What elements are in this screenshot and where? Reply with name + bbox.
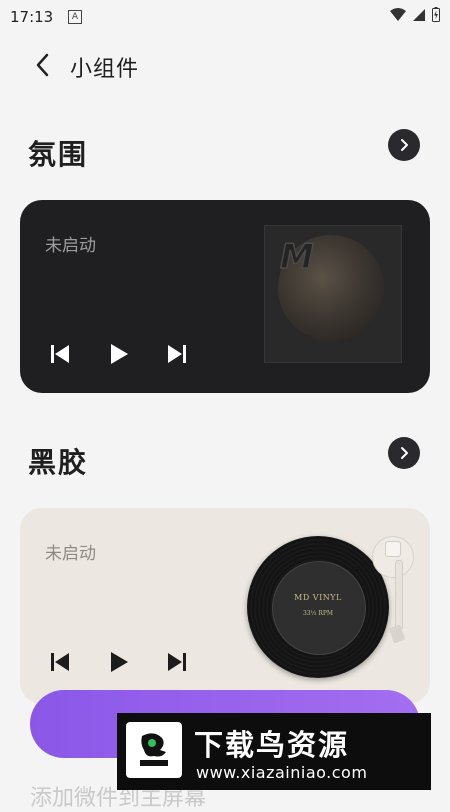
vinyl-record-title: MD VINYL <box>294 593 342 602</box>
watermark-logo <box>126 722 182 778</box>
album-art-letter: M <box>279 236 314 278</box>
watermark-url: www.xiazainiao.com <box>196 763 368 782</box>
chevron-right-icon <box>401 139 408 151</box>
section-title-atmosphere: 氛围 <box>28 138 89 171</box>
vinyl-more-button[interactable] <box>388 437 420 469</box>
chevron-right-icon <box>401 447 408 459</box>
skip-previous-icon <box>51 653 69 671</box>
vinyl-status: 未启动 <box>45 544 96 564</box>
vinyl-record-subtitle: 33⅓ RPM <box>302 610 334 617</box>
vinyl-next-button[interactable] <box>162 647 192 677</box>
skip-next-icon <box>168 345 186 363</box>
vinyl-play-button[interactable] <box>104 647 134 677</box>
skip-previous-icon <box>51 345 69 363</box>
bird-logo-icon <box>140 733 168 766</box>
play-icon <box>111 344 128 364</box>
section-title-vinyl: 黑胶 <box>28 446 89 479</box>
tonearm-pivot <box>385 541 401 557</box>
atmosphere-previous-button[interactable] <box>45 339 75 369</box>
status-icons <box>390 7 440 22</box>
watermark-title: 下载鸟资源 <box>194 728 350 762</box>
signal-icon <box>413 8 425 21</box>
battery-icon <box>432 7 440 22</box>
tonearm <box>395 560 403 630</box>
atmosphere-play-button[interactable] <box>104 339 134 369</box>
page-title: 小组件 <box>70 57 140 82</box>
wifi-icon <box>390 7 406 21</box>
atmosphere-next-button[interactable] <box>162 339 192 369</box>
skip-next-icon <box>168 653 186 671</box>
notification-icon: A <box>68 10 82 24</box>
chevron-left-icon <box>36 53 49 77</box>
vinyl-record-label <box>272 561 366 655</box>
back-button[interactable] <box>28 50 56 80</box>
atmosphere-status: 未启动 <box>45 236 96 256</box>
play-icon <box>111 652 128 672</box>
atmosphere-more-button[interactable] <box>388 129 420 161</box>
status-time: 17:13 <box>10 8 54 26</box>
vinyl-previous-button[interactable] <box>45 647 75 677</box>
